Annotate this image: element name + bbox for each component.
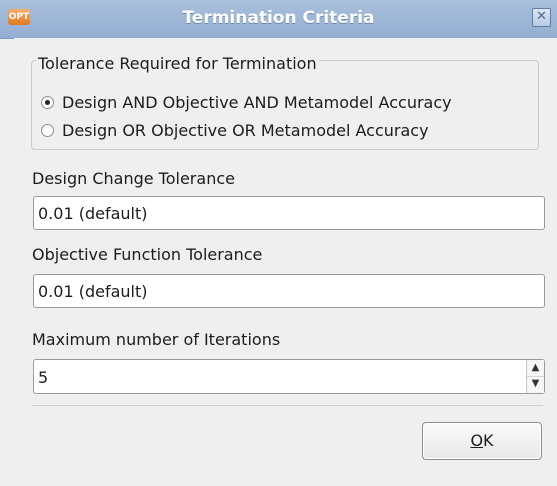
window-title: Termination Criteria [182,8,375,28]
tolerance-group-legend: Tolerance Required for Termination [36,54,319,73]
max-iterations-value[interactable]: 5 [38,368,48,387]
design-change-input[interactable]: 0.01 (default) [33,196,545,230]
radio-design-and-objective[interactable]: Design AND Objective AND Metamodel Accur… [41,91,452,113]
max-iterations-label: Maximum number of Iterations [32,330,281,349]
max-iterations-spinbox[interactable]: 5 ▲ ▼ [33,359,545,394]
objective-function-label: Objective Function Tolerance [32,245,263,264]
ok-button[interactable]: OK [422,422,542,460]
dialog-body: Tolerance Required for Termination Desig… [14,38,557,486]
close-button[interactable]: ✕ [532,8,551,27]
ok-label-rest: K [483,431,494,450]
title-bar: OPT Termination Criteria ✕ [0,0,557,39]
radio-checked-icon[interactable] [41,95,54,109]
chevron-down-icon[interactable]: ▼ [527,376,544,392]
close-icon: ✕ [536,9,547,24]
radio-label: Design OR Objective OR Metamodel Accurac… [62,120,429,140]
radio-unchecked-icon[interactable] [41,123,54,137]
design-change-label: Design Change Tolerance [32,169,235,188]
chevron-up-icon[interactable]: ▲ [527,360,544,377]
objective-function-input[interactable]: 0.01 (default) [33,274,545,308]
ok-mnemonic: O [470,431,484,450]
spin-buttons: ▲ ▼ [526,360,544,393]
radio-label: Design AND Objective AND Metamodel Accur… [62,92,452,112]
radio-design-or-objective[interactable]: Design OR Objective OR Metamodel Accurac… [41,119,429,141]
separator [32,405,543,406]
